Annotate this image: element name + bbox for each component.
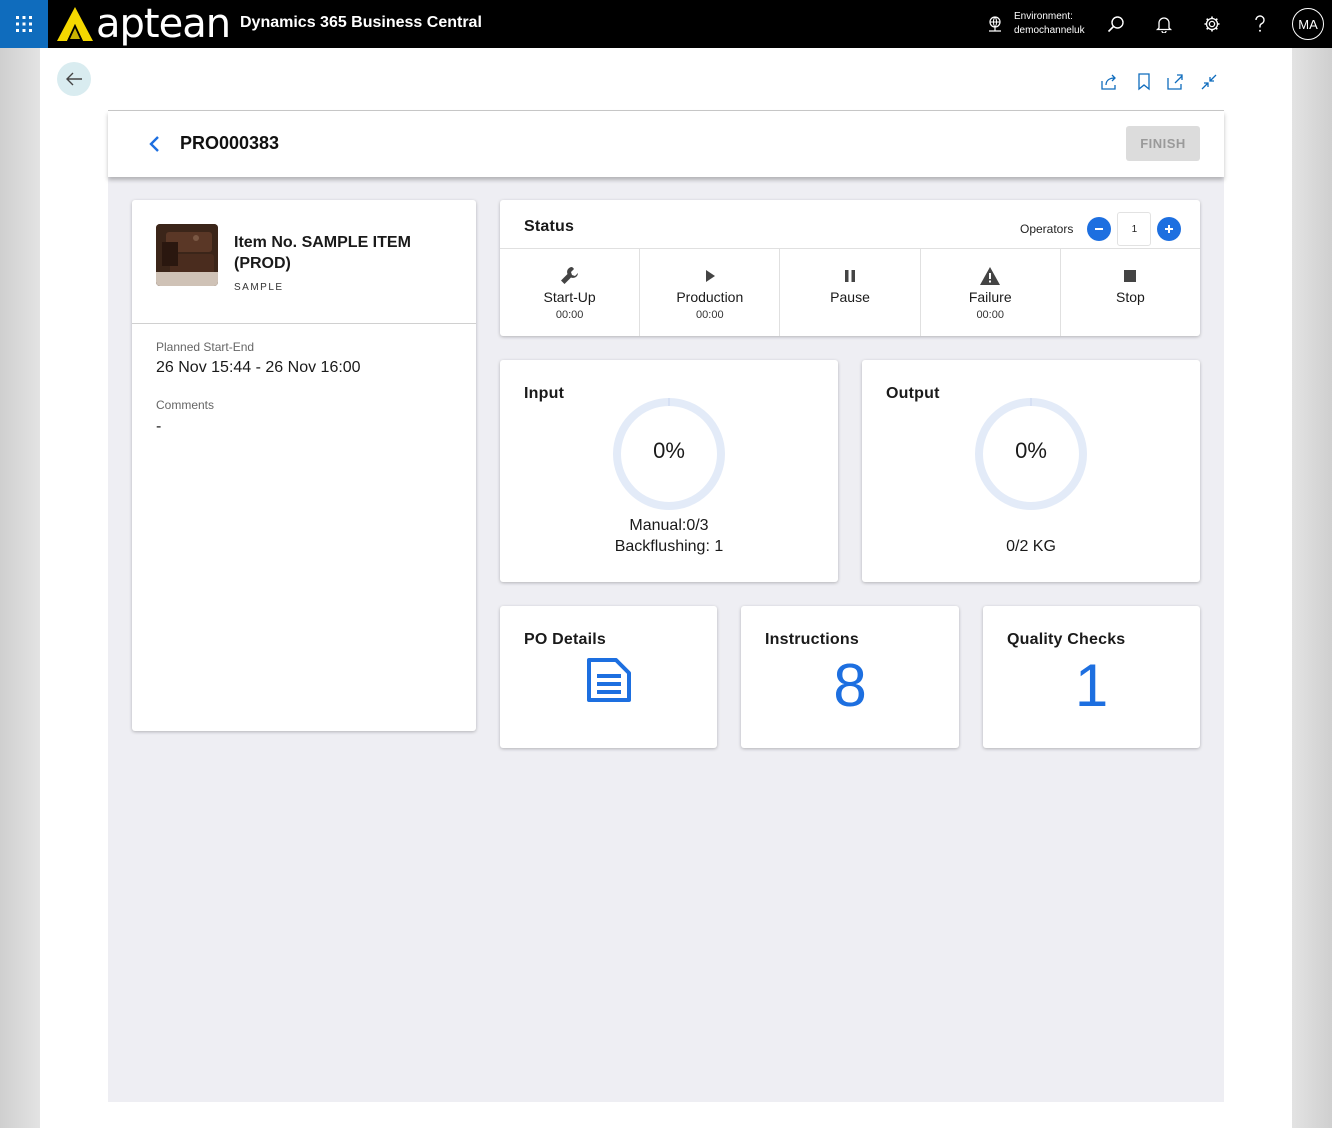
- frame-left: [0, 48, 40, 1128]
- status-label: Production: [676, 289, 744, 305]
- aptean-logo-icon: [57, 7, 93, 41]
- arrow-left-icon: [66, 72, 82, 86]
- page: PRO000383 FINISH Item No. SAMPLE ITEM (P…: [40, 48, 1292, 1128]
- planned-label: Planned Start-End: [156, 340, 255, 354]
- po-details-tile[interactable]: PO Details: [500, 606, 717, 748]
- status-pause[interactable]: Pause: [780, 249, 921, 336]
- document-icon: [585, 656, 633, 709]
- gear-icon: [1204, 16, 1220, 32]
- globe-icon: [989, 16, 1001, 32]
- input-percent: 0%: [653, 438, 685, 463]
- status-grid: Start-Up 00:00 Production 00:00 Pause Fa…: [500, 248, 1200, 336]
- environment-value: demochanneluk: [1014, 25, 1085, 36]
- open-in-new-icon: [1167, 74, 1183, 90]
- chevron-left-icon: [149, 136, 159, 152]
- content-area: Item No. SAMPLE ITEM (PROD) SAMPLE Plann…: [108, 177, 1224, 1102]
- environment-indicator[interactable]: Environment: demochanneluk: [986, 10, 1085, 38]
- status-label: Stop: [1116, 289, 1145, 305]
- page-title: PRO000383: [180, 133, 280, 153]
- warning-icon: [978, 265, 1002, 287]
- item-separator: [132, 323, 476, 324]
- user-avatar[interactable]: MA: [1292, 8, 1324, 40]
- operators-label: Operators: [1020, 222, 1074, 236]
- notifications-button[interactable]: [1152, 12, 1176, 36]
- plus-icon: [1165, 225, 1174, 233]
- share-button[interactable]: [1099, 72, 1119, 92]
- settings-button[interactable]: [1200, 12, 1224, 36]
- instructions-title: Instructions: [765, 631, 859, 648]
- search-icon: [1107, 16, 1124, 33]
- finish-button[interactable]: FINISH: [1126, 126, 1200, 161]
- wrench-icon: [558, 265, 582, 287]
- order-header: PRO000383 FINISH: [108, 111, 1224, 177]
- status-startup[interactable]: Start-Up 00:00: [500, 249, 641, 336]
- status-label: Failure: [968, 289, 1012, 305]
- instructions-tile[interactable]: Instructions 8: [741, 606, 959, 748]
- status-time: 00:00: [555, 309, 584, 321]
- minus-icon: [1095, 228, 1104, 230]
- environment-label: Environment:: [1014, 11, 1073, 22]
- operators-decrement-button[interactable]: [1087, 217, 1112, 241]
- output-quantity: 0/2 KG: [1006, 538, 1056, 555]
- help-button[interactable]: [1248, 12, 1272, 36]
- status-time: 00:00: [976, 309, 1004, 321]
- output-title: Output: [886, 385, 940, 402]
- collapse-button[interactable]: [1199, 72, 1219, 92]
- planned-value: 26 Nov 15:44 - 26 Nov 16:00: [156, 359, 361, 376]
- waffle-icon: [16, 16, 32, 32]
- bookmark-icon: [1138, 73, 1150, 91]
- bookmark-button[interactable]: [1134, 72, 1154, 92]
- item-card: Item No. SAMPLE ITEM (PROD) SAMPLE Plann…: [132, 200, 476, 731]
- page-back-button[interactable]: [57, 62, 91, 96]
- quality-checks-title: Quality Checks: [1007, 631, 1126, 648]
- pause-icon: [838, 265, 862, 287]
- output-percent: 0%: [1015, 438, 1047, 463]
- operators-increment-button[interactable]: [1157, 217, 1182, 241]
- top-bar: aptean Dynamics 365 Business Central Env…: [0, 0, 1332, 48]
- order-back-button[interactable]: [148, 135, 160, 158]
- status-label: Start-Up: [543, 289, 596, 305]
- search-button[interactable]: [1104, 12, 1128, 36]
- open-new-window-button[interactable]: [1165, 72, 1185, 92]
- share-icon: [1101, 74, 1116, 90]
- input-progress-ring: 0%: [611, 396, 727, 512]
- status-label: Pause: [830, 289, 870, 305]
- play-icon: [698, 265, 722, 287]
- input-backflushing: Backflushing: 1: [614, 538, 724, 555]
- item-image: [156, 224, 218, 286]
- quality-checks-count: 1: [1074, 652, 1109, 719]
- app-launcher-button[interactable]: [0, 0, 48, 48]
- status-production[interactable]: Production 00:00: [640, 249, 781, 336]
- frame-right: [1292, 48, 1332, 1128]
- operators-count[interactable]: 1: [1117, 212, 1152, 246]
- comments-value: -: [156, 418, 162, 435]
- input-title: Input: [524, 385, 565, 402]
- aptean-logo: aptean: [56, 1, 231, 47]
- logo-text: aptean: [96, 1, 231, 47]
- collapse-icon: [1201, 74, 1217, 90]
- output-progress-ring: 0%: [973, 396, 1089, 512]
- instructions-count: 8: [833, 652, 867, 719]
- status-time: 00:00: [696, 309, 724, 321]
- app-title: Dynamics 365 Business Central: [240, 14, 482, 31]
- comments-label: Comments: [156, 398, 215, 412]
- input-card[interactable]: Input 0% Manual:0/3 Backflushing: 1: [500, 360, 838, 582]
- question-icon: [1255, 15, 1265, 32]
- status-card: Status Operators 1 Start-Up 00:00 Produc…: [500, 200, 1200, 336]
- quality-checks-tile[interactable]: Quality Checks 1: [983, 606, 1200, 748]
- input-manual: Manual:0/3: [629, 517, 709, 534]
- item-name: Item No. SAMPLE ITEM (PROD): [234, 234, 411, 272]
- item-subtitle: SAMPLE: [234, 282, 284, 293]
- bell-icon: [1155, 17, 1173, 33]
- status-failure[interactable]: Failure 00:00: [921, 249, 1061, 336]
- operators-control: Operators 1: [1020, 212, 1182, 246]
- status-stop[interactable]: Stop: [1061, 249, 1200, 336]
- po-details-title: PO Details: [524, 631, 607, 648]
- stop-icon: [1118, 265, 1142, 287]
- output-card[interactable]: Output 0% 0/2 KG: [862, 360, 1200, 582]
- status-title: Status: [524, 218, 575, 235]
